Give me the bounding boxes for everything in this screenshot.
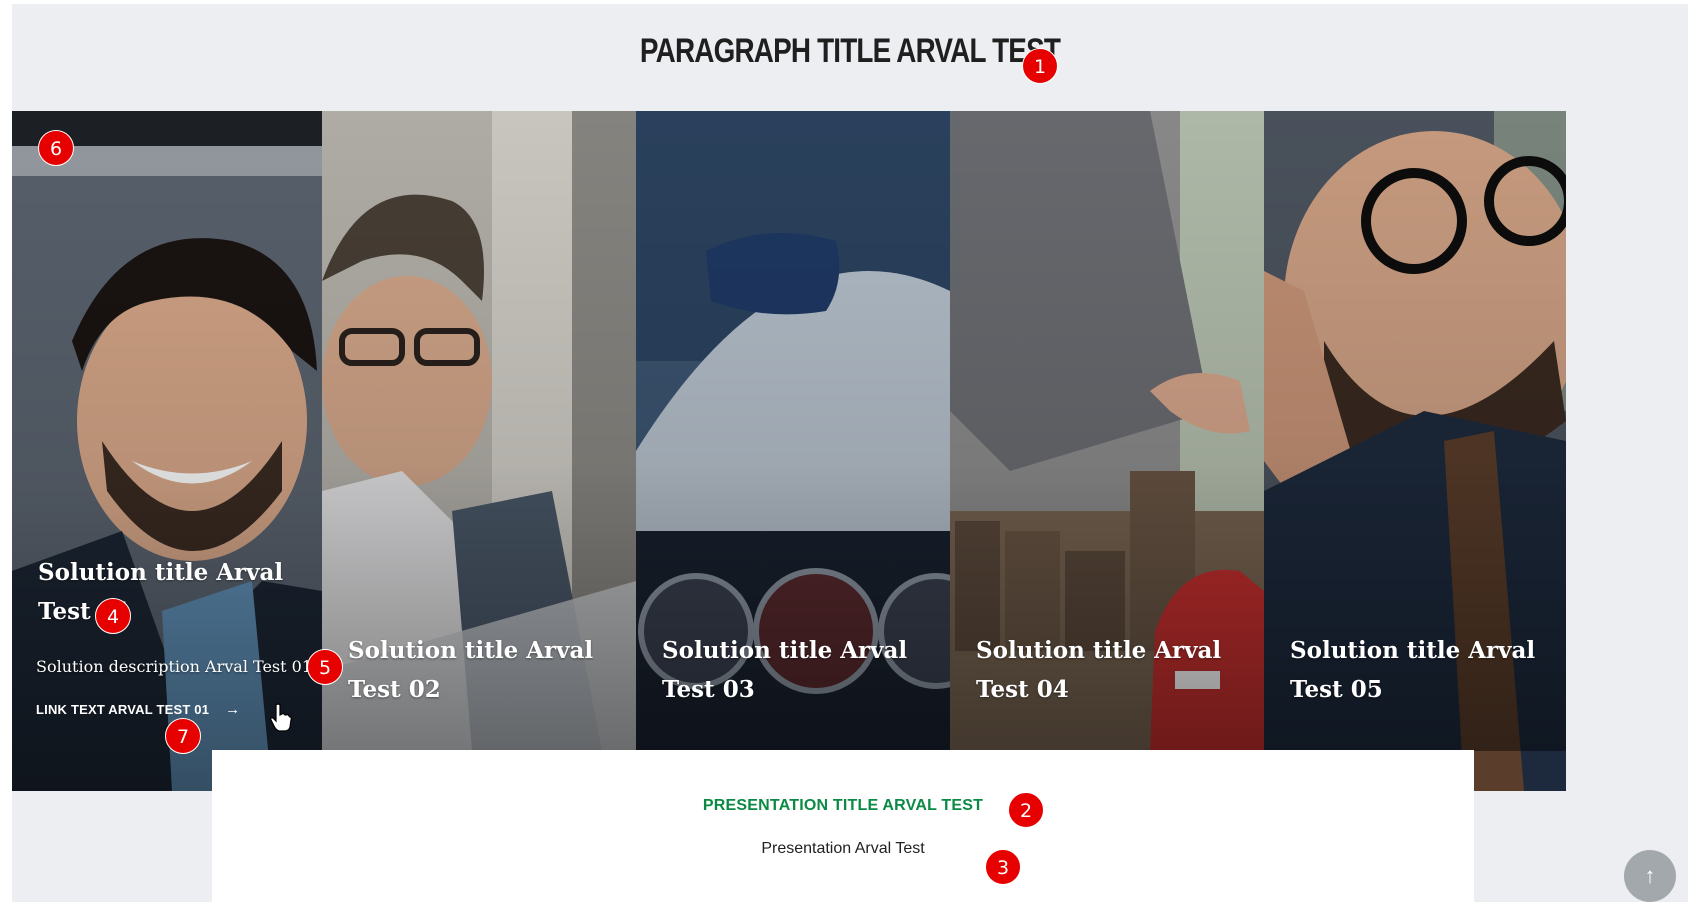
panel-01-title: Solution title Arval Test 01 <box>38 559 284 625</box>
annotation-marker-3: 3 <box>985 849 1021 885</box>
panel-03-title: Solution title Arval Test 03 <box>662 637 908 703</box>
solution-panel-03[interactable]: Solution title Arval Test 03 <box>636 111 950 751</box>
solution-panel-05[interactable]: Solution title Arval Test 05 <box>1264 111 1566 791</box>
scroll-to-top-button[interactable]: ↑ <box>1624 850 1676 902</box>
solution-panel-01[interactable]: Solution title Arval Test 01 Solution de… <box>12 111 322 791</box>
hand-cursor-icon <box>270 703 292 732</box>
annotation-marker-7: 7 <box>165 718 201 754</box>
annotation-marker-1: 1 <box>1022 48 1058 84</box>
arrow-up-icon: ↑ <box>1644 863 1656 888</box>
solution-panels: Solution title Arval Test 01 Solution de… <box>12 111 1688 791</box>
paragraph-title: PARAGRAPH TITLE ARVAL TEST <box>639 32 1061 70</box>
panel-04-title: Solution title Arval Test 04 <box>976 637 1222 703</box>
solution-panel-04[interactable]: Solution title Arval Test 04 <box>950 111 1264 751</box>
solution-panel-02[interactable]: Solution title Arval Test 02 <box>322 111 636 751</box>
arrow-right-icon: → <box>225 701 241 718</box>
panel-02-title: Solution title Arval Test 02 <box>348 637 594 703</box>
annotation-marker-6: 6 <box>38 130 74 166</box>
presentation-box: PRESENTATION TITLE ARVAL TEST Presentati… <box>212 750 1474 902</box>
annotation-marker-5: 5 <box>307 649 343 685</box>
panel-01-description: Solution description Arval Test 01 <box>36 657 313 676</box>
panel-05-title: Solution title Arval Test 05 <box>1290 637 1536 703</box>
presentation-text: Presentation Arval Test <box>761 840 925 857</box>
panel-01-overlay <box>12 111 322 791</box>
panel-01-link[interactable]: LINK TEXT ARVAL TEST 01 → <box>36 701 240 718</box>
page: PARAGRAPH TITLE ARVAL TEST Solution titl… <box>0 0 1695 902</box>
annotation-marker-4: 4 <box>95 598 131 634</box>
presentation-title: PRESENTATION TITLE ARVAL TEST <box>702 797 984 814</box>
panel-01-link-text[interactable]: LINK TEXT ARVAL TEST 01 <box>36 702 209 717</box>
annotation-marker-2: 2 <box>1008 792 1044 828</box>
